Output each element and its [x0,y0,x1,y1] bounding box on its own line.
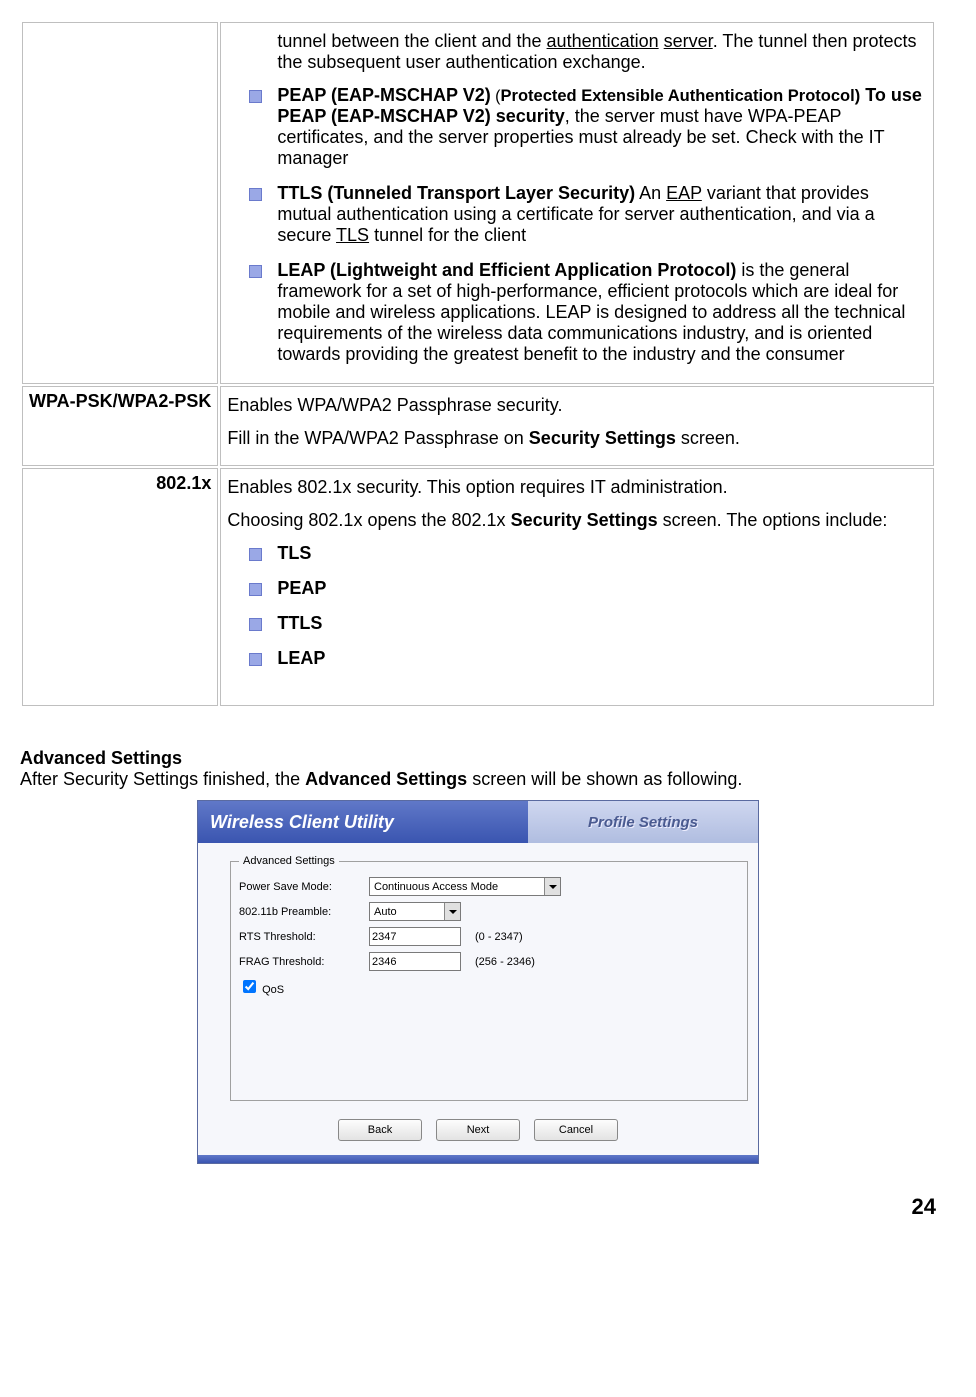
row-rts: RTS Threshold: (0 - 2347) [239,927,739,946]
label-rts: RTS Threshold: [239,931,369,943]
row2-content: Enables WPA/WPA2 Passphrase security. Fi… [220,386,934,466]
opt-leap: LEAP [227,648,927,669]
row1-label [22,22,218,384]
dropdown-preamble[interactable]: Auto [369,902,461,921]
input-frag[interactable] [369,952,461,971]
dropdown-value: Continuous Access Mode [370,881,502,893]
label-preamble: 802.11b Preamble: [239,906,369,918]
row2-line2: Fill in the WPA/WPA2 Passphrase on Secur… [227,428,927,449]
opt-peap: PEAP [227,578,927,599]
text: ( [491,88,501,105]
protocol-list: PEAP (EAP-MSCHAP V2) (Protected Extensib… [227,85,927,365]
bold: Advanced Settings [305,769,467,789]
text: screen will be shown as following. [467,769,742,789]
item-ttls: TTLS (Tunneled Transport Layer Security)… [227,183,927,246]
link-tls[interactable]: TLS [336,225,369,245]
link-eap[interactable]: EAP [666,183,702,203]
dropdown-value: Auto [370,906,401,918]
text: Fill in the WPA/WPA2 Passphrase on [227,428,528,448]
chevron-down-icon[interactable] [444,903,460,920]
opt-ttls: TTLS [227,613,927,634]
lead: PEAP (EAP-MSCHAP V2) [277,85,490,105]
lead2: Protected Extensible Authentication Prot… [501,87,861,105]
row-qos: QoS [239,977,739,996]
text: screen. [676,428,740,448]
window-title: Wireless Client Utility [198,812,528,833]
link-server[interactable]: server [664,31,713,51]
label-frag: FRAG Threshold: [239,956,369,968]
label: TLS [277,543,311,563]
row3-content: Enables 802.1x security. This option req… [220,468,934,706]
bold: Security Settings [511,510,658,530]
fieldset-legend: Advanced Settings [239,855,339,867]
lead: LEAP (Lightweight and Efficient Applicat… [277,260,736,280]
text: After Security Settings finished, the [20,769,305,789]
lead: TTLS (Tunneled Transport Layer Security) [277,183,635,203]
text: Choosing 802.1x opens the 802.1x [227,510,510,530]
opt-tls: TLS [227,543,927,564]
checkbox-qos[interactable] [243,980,256,993]
screenshot-header: Wireless Client Utility Profile Settings [198,801,758,843]
screenshot-footer [198,1155,758,1163]
row3-options: TLS PEAP TTLS LEAP [227,543,927,669]
screenshot-body: Advanced Settings Power Save Mode: Conti… [198,843,758,1109]
row2-line1: Enables WPA/WPA2 Passphrase security. [227,395,927,416]
text: tunnel between the client and the [277,31,546,51]
advanced-settings-heading: Advanced Settings [20,748,936,769]
row3-label: 802.1x [22,468,218,706]
link-authentication[interactable]: authentication [547,31,659,51]
next-button[interactable]: Next [436,1119,520,1141]
row2-label: WPA-PSK/WPA2-PSK [22,386,218,466]
label: LEAP [277,648,325,668]
label-power-save: Power Save Mode: [239,881,369,893]
bold: Security Settings [529,428,676,448]
advanced-fieldset: Advanced Settings Power Save Mode: Conti… [230,855,748,1101]
row-power-save: Power Save Mode: Continuous Access Mode [239,877,739,896]
text: screen. The options include: [658,510,888,530]
text: An [635,183,666,203]
label: PEAP [277,578,326,598]
page-number: 24 [20,1194,936,1220]
chevron-down-icon[interactable] [544,878,560,895]
item-leap: LEAP (Lightweight and Efficient Applicat… [227,260,927,365]
screenshot-buttons: Back Next Cancel [198,1109,758,1155]
item-peap: PEAP (EAP-MSCHAP V2) (Protected Extensib… [227,85,927,169]
tab-profile-settings[interactable]: Profile Settings [528,801,758,843]
cancel-button[interactable]: Cancel [534,1119,618,1141]
range-rts: (0 - 2347) [475,931,523,943]
text: tunnel for the client [369,225,526,245]
intro-paragraph: tunnel between the client and the authen… [227,31,927,73]
label: TTLS [277,613,322,633]
security-table: tunnel between the client and the authen… [20,20,936,708]
dropdown-power-save[interactable]: Continuous Access Mode [369,877,561,896]
advanced-settings-intro: After Security Settings finished, the Ad… [20,769,936,790]
input-rts[interactable] [369,927,461,946]
row3-line2: Choosing 802.1x opens the 802.1x Securit… [227,510,927,531]
row3-line1: Enables 802.1x security. This option req… [227,477,927,498]
row-preamble: 802.11b Preamble: Auto [239,902,739,921]
screenshot-window: Wireless Client Utility Profile Settings… [197,800,759,1164]
back-button[interactable]: Back [338,1119,422,1141]
label-qos: QoS [262,984,284,996]
row-frag: FRAG Threshold: (256 - 2346) [239,952,739,971]
range-frag: (256 - 2346) [475,956,535,968]
row1-content: tunnel between the client and the authen… [220,22,934,384]
